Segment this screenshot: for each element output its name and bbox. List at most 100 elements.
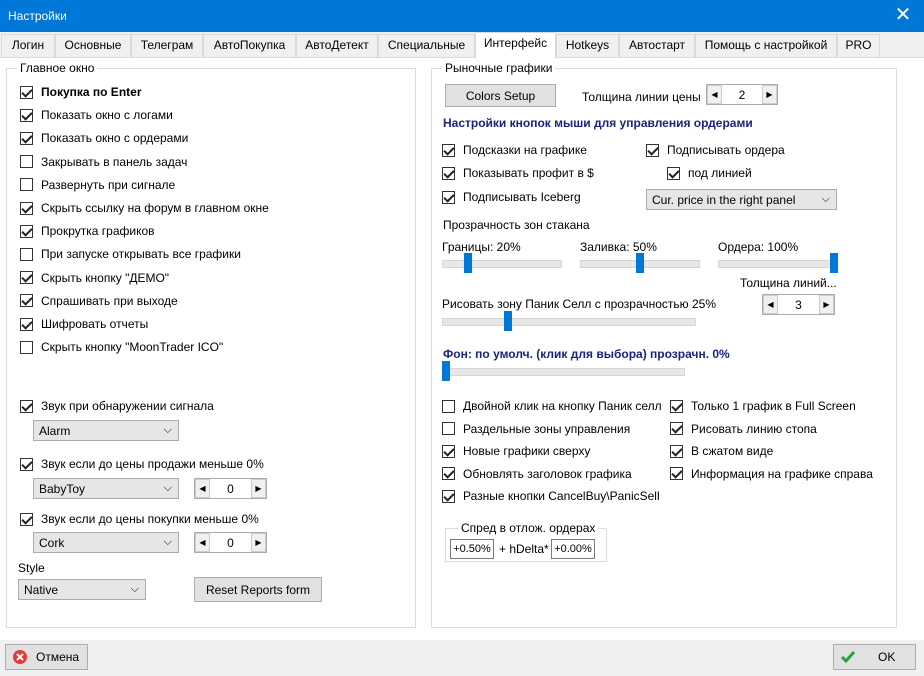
fill-slider[interactable] xyxy=(580,253,700,275)
chart-option-checkbox[interactable]: Разные кнопки CancelBuy\PanicSell xyxy=(442,488,660,504)
checkbox-box[interactable] xyxy=(20,108,33,122)
chart-option-checkbox[interactable]: Только 1 график в Full Screen xyxy=(670,398,856,414)
main-option-checkbox[interactable]: Скрыть кнопку "ДЕМО" xyxy=(20,270,169,286)
sound-signal-checkbox[interactable]: Звук при обнаружении сигнала xyxy=(20,398,214,414)
slider-thumb[interactable] xyxy=(830,253,838,273)
main-option-checkbox[interactable]: Скрыть ссылку на форум в главном окне xyxy=(20,200,269,216)
sign-orders-checkbox[interactable]: Подписывать ордера xyxy=(646,142,785,158)
chart-option-checkbox[interactable]: Раздельные зоны управления xyxy=(442,421,630,437)
slider-thumb[interactable] xyxy=(504,311,512,331)
sound-buy-spin[interactable]: ◀ 0 ▶ xyxy=(194,532,267,553)
main-option-checkbox[interactable]: Закрывать в панель задач xyxy=(20,154,187,170)
arrow-left-icon[interactable]: ◀ xyxy=(707,85,722,104)
checkbox-box[interactable] xyxy=(20,85,33,99)
checkbox-box[interactable] xyxy=(20,399,33,413)
slider-thumb[interactable] xyxy=(636,253,644,273)
profit-checkbox[interactable]: Показывать профит в $ xyxy=(442,165,594,181)
arrow-left-icon[interactable]: ◀ xyxy=(195,479,210,498)
checkbox-box[interactable] xyxy=(20,224,33,238)
main-option-checkbox[interactable]: Покупка по Enter xyxy=(20,84,141,100)
arrow-right-icon[interactable]: ▶ xyxy=(251,533,266,552)
checkbox-box[interactable] xyxy=(442,399,455,413)
checkbox-box[interactable] xyxy=(442,422,455,435)
spin-value[interactable]: 2 xyxy=(722,88,762,102)
tab-autobuy[interactable]: АвтоПокупка xyxy=(203,34,296,57)
main-option-checkbox[interactable]: Показать окно с ордерами xyxy=(20,130,188,146)
slider-thumb[interactable] xyxy=(442,361,450,381)
checkbox-box[interactable] xyxy=(20,131,33,145)
checkbox-box[interactable] xyxy=(670,399,683,413)
checkbox-box[interactable] xyxy=(20,201,33,215)
background-slider[interactable] xyxy=(442,361,685,383)
checkbox-box[interactable] xyxy=(442,190,455,204)
checkbox-box[interactable] xyxy=(670,422,683,435)
borders-slider[interactable] xyxy=(442,253,562,275)
sound-sell-select[interactable]: BabyToy ⌵ xyxy=(33,478,179,499)
checkbox-box[interactable] xyxy=(20,340,33,354)
tab-hotkeys[interactable]: Hotkeys xyxy=(556,34,619,57)
tab-main[interactable]: Основные xyxy=(55,34,131,57)
sound-sell-spin[interactable]: ◀ 0 ▶ xyxy=(194,478,267,499)
tab-telegram[interactable]: Телеграм xyxy=(131,34,203,57)
chart-option-checkbox[interactable]: Двойной клик на кнопку Паник селл xyxy=(442,398,662,414)
arrow-right-icon[interactable]: ▶ xyxy=(762,85,777,104)
checkbox-box[interactable] xyxy=(442,444,455,458)
spread-value-2-field[interactable]: +0.00% xyxy=(551,539,595,559)
chart-option-checkbox[interactable]: Новые графики сверху xyxy=(442,443,590,459)
chart-option-checkbox[interactable]: Обновлять заголовок графика xyxy=(442,466,632,482)
checkbox-box[interactable] xyxy=(442,489,455,503)
main-option-checkbox[interactable]: Скрыть кнопку "MoonTrader ICO" xyxy=(20,339,223,355)
checkbox-box[interactable] xyxy=(442,467,455,480)
arrow-right-icon[interactable]: ▶ xyxy=(819,295,834,314)
checkbox-box[interactable] xyxy=(20,317,33,331)
checkbox-box[interactable] xyxy=(20,271,33,285)
background-label[interactable]: Фон: по умолч. (клик для выбора) прозрач… xyxy=(443,347,730,361)
checkbox-box[interactable] xyxy=(20,155,33,169)
checkbox-box[interactable] xyxy=(20,294,33,308)
spin-value[interactable]: 0 xyxy=(210,482,251,496)
spin-value[interactable]: 3 xyxy=(778,298,819,312)
checkbox-box[interactable] xyxy=(20,457,33,471)
checkbox-box[interactable] xyxy=(670,444,683,458)
checkbox-box[interactable] xyxy=(20,178,33,192)
tab-pro[interactable]: PRO xyxy=(837,34,880,57)
arrow-left-icon[interactable]: ◀ xyxy=(763,295,778,314)
cancel-button[interactable]: Отмена xyxy=(5,644,88,670)
panic-zone-slider[interactable] xyxy=(442,311,696,333)
tab-autodetect[interactable]: АвтоДетект xyxy=(296,34,378,57)
reset-reports-button[interactable]: Reset Reports form xyxy=(194,577,322,602)
checkbox-box[interactable] xyxy=(646,143,659,157)
sound-signal-select[interactable]: Alarm ⌵ xyxy=(33,420,179,441)
tab-interface[interactable]: Интерфейс xyxy=(475,32,556,58)
colors-setup-button[interactable]: Colors Setup xyxy=(445,84,556,107)
chart-option-checkbox[interactable]: Рисовать линию стопа xyxy=(670,421,817,437)
tab-special[interactable]: Специальные xyxy=(378,34,475,57)
checkbox-box[interactable] xyxy=(20,247,33,261)
checkbox-box[interactable] xyxy=(442,166,455,180)
iceberg-checkbox[interactable]: Подписывать Iceberg xyxy=(442,189,581,205)
price-panel-select[interactable]: Cur. price in the right panel ⌵ xyxy=(646,189,837,210)
slider-thumb[interactable] xyxy=(464,253,472,273)
tab-login[interactable]: Логин xyxy=(1,34,55,57)
tab-setup-help[interactable]: Помощь с настройкой xyxy=(695,34,837,57)
checkbox-box[interactable] xyxy=(20,512,33,526)
checkbox-box[interactable] xyxy=(442,143,455,157)
hints-checkbox[interactable]: Подсказки на графике xyxy=(442,142,587,158)
sound-buy-select[interactable]: Cork ⌵ xyxy=(33,532,179,553)
close-icon[interactable]: ✕ xyxy=(888,2,918,30)
main-option-checkbox[interactable]: Развернуть при сигнале xyxy=(20,177,175,193)
under-line-checkbox[interactable]: под линией xyxy=(667,165,752,181)
chart-option-checkbox[interactable]: В сжатом виде xyxy=(670,443,773,459)
line-thickness-spin[interactable]: ◀ 3 ▶ xyxy=(762,294,835,315)
chart-option-checkbox[interactable]: Информация на графике справа xyxy=(670,466,873,482)
sound-sell-checkbox[interactable]: Звук если до цены продажи меньше 0% xyxy=(20,456,264,472)
main-option-checkbox[interactable]: Показать окно с логами xyxy=(20,107,173,123)
spread-value-1-field[interactable]: +0.50% xyxy=(450,539,494,559)
checkbox-box[interactable] xyxy=(670,467,683,480)
main-option-checkbox[interactable]: При запуске открывать все графики xyxy=(20,246,241,262)
tab-autostart[interactable]: Автостарт xyxy=(619,34,695,57)
spin-value[interactable]: 0 xyxy=(210,536,251,550)
main-option-checkbox[interactable]: Прокрутка графиков xyxy=(20,223,155,239)
checkbox-box[interactable] xyxy=(667,166,680,180)
main-option-checkbox[interactable]: Спрашивать при выходе xyxy=(20,293,178,309)
